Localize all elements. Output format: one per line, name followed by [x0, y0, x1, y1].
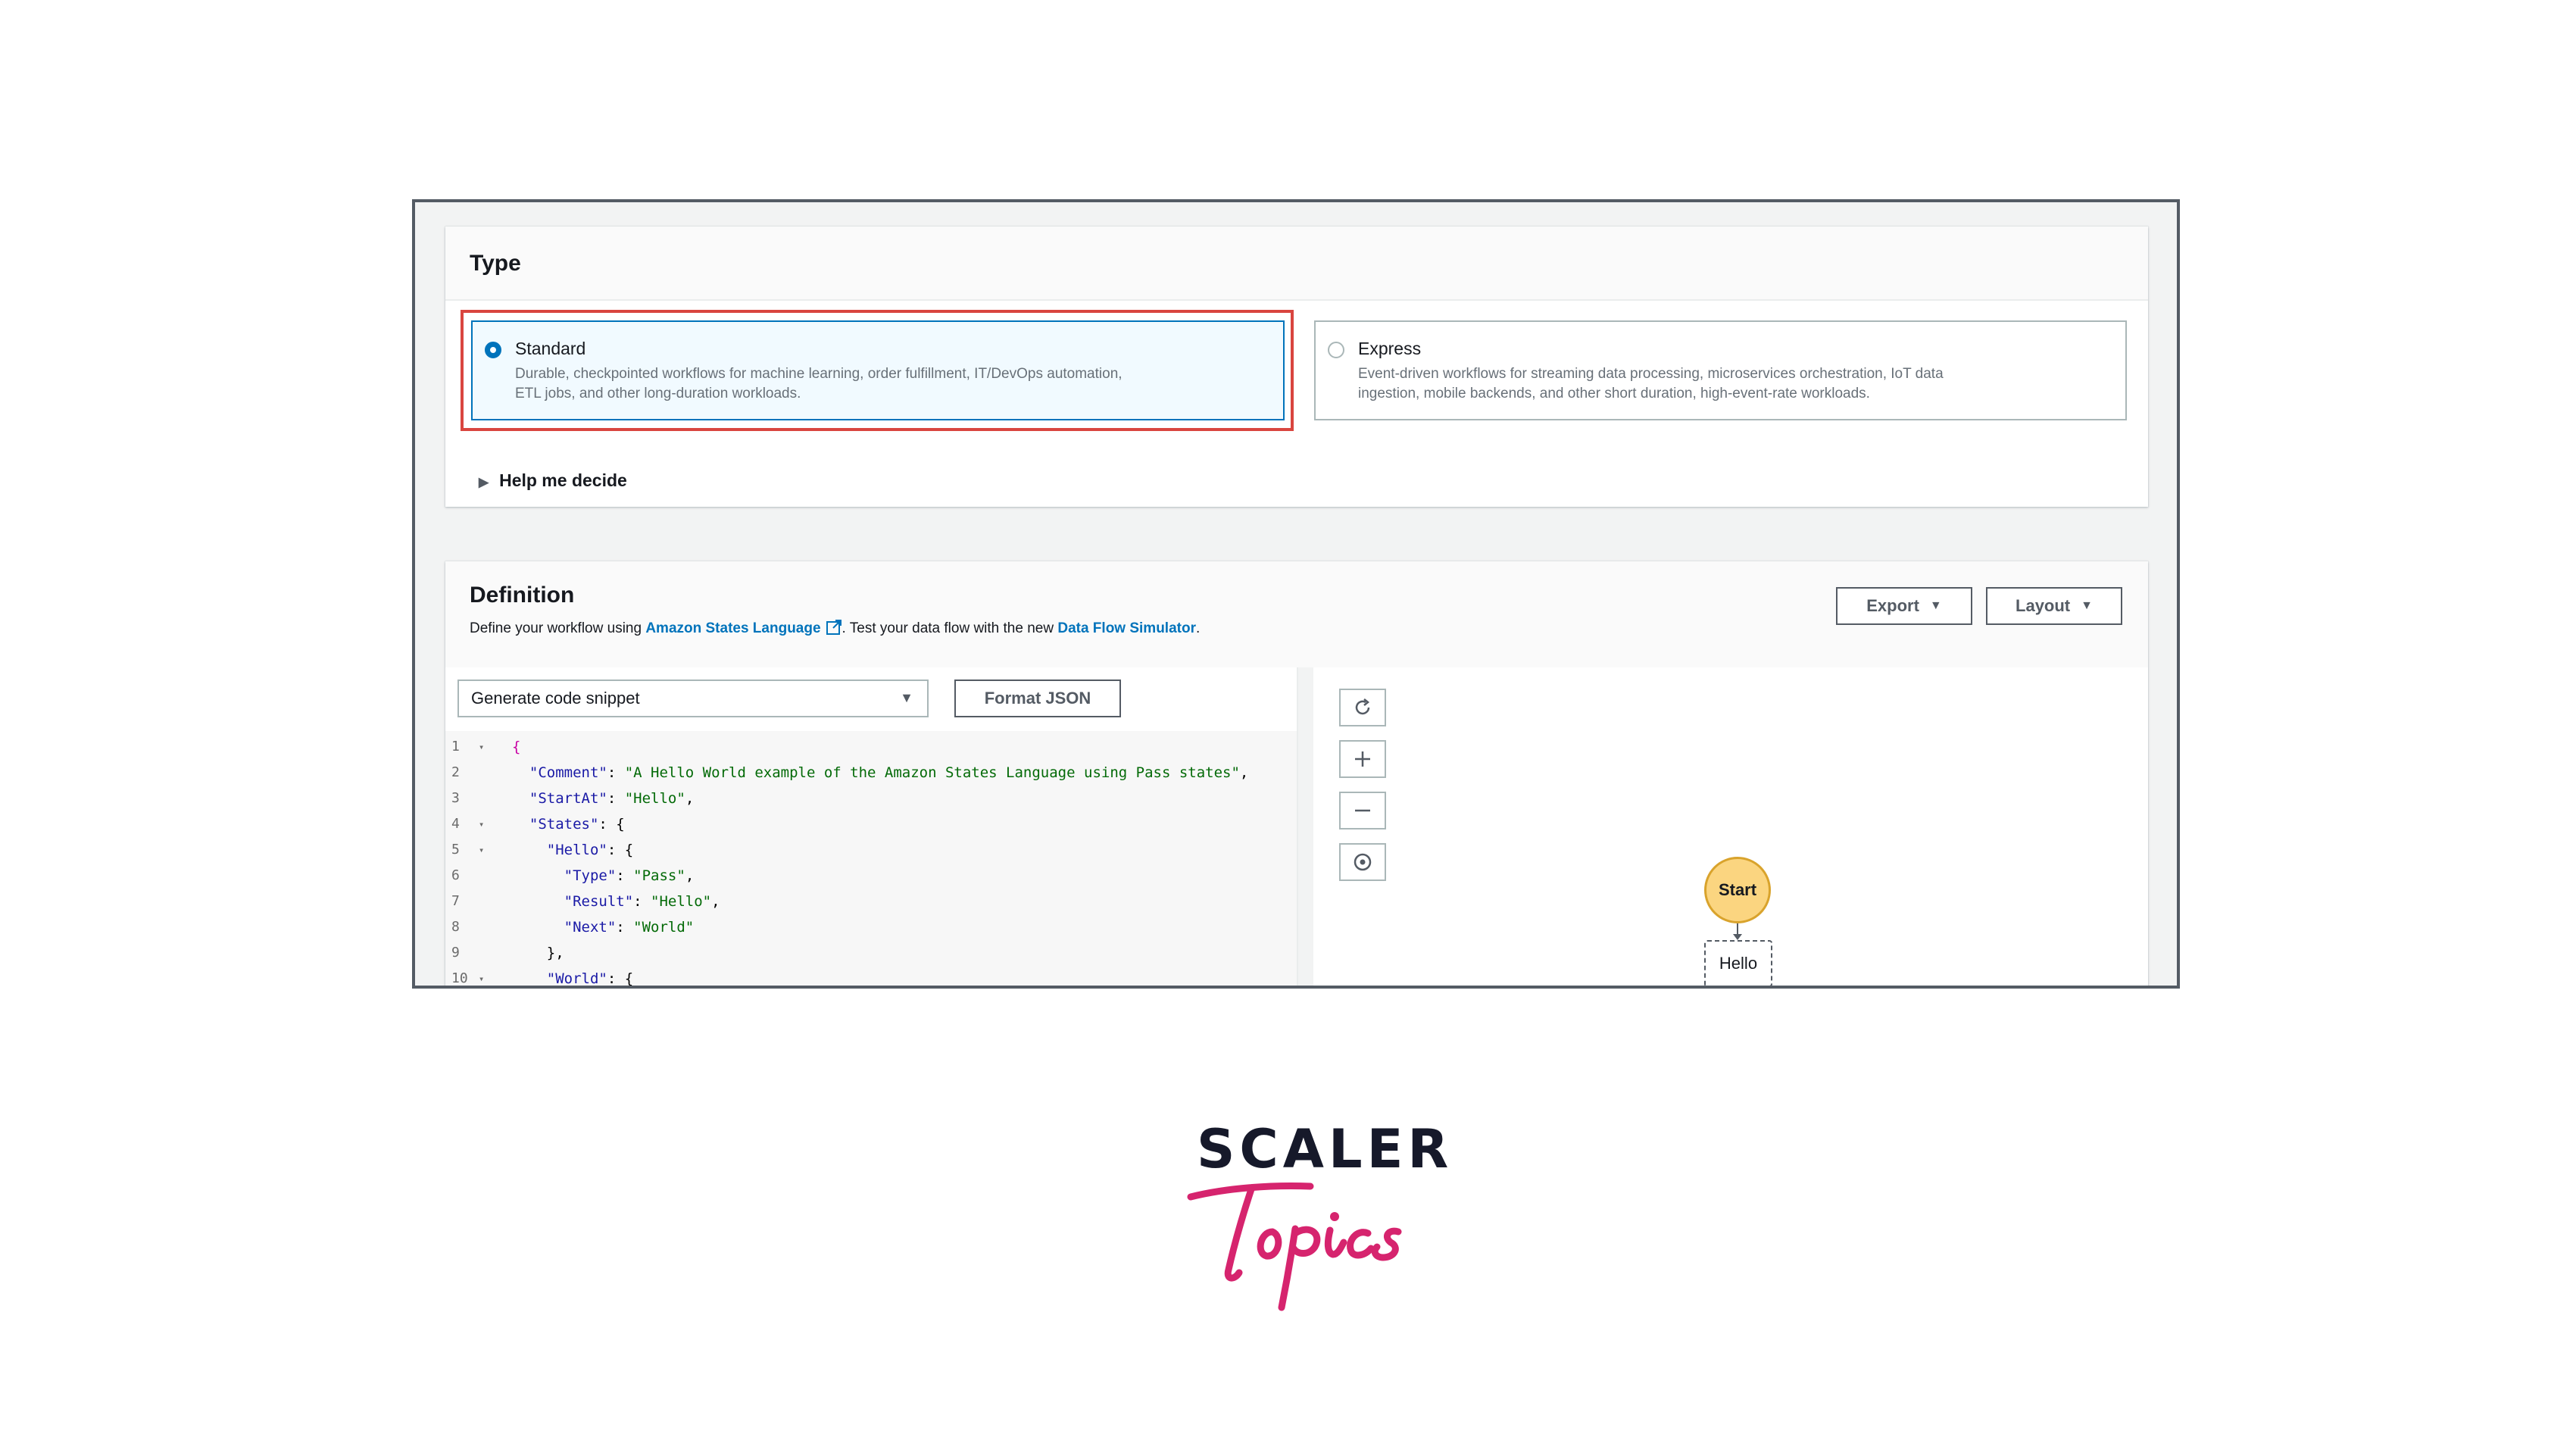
standard-option-label: Standard: [515, 339, 586, 358]
code-text: "Hello": {: [546, 842, 634, 858]
edge-arrowhead: [1733, 934, 1742, 940]
type-panel: Type Standard Durable, checkpointed work…: [445, 227, 2148, 507]
express-option-label: Express: [1358, 339, 1422, 358]
fold-toggle-icon[interactable]: ▾: [479, 734, 484, 760]
fold-toggle-icon[interactable]: ▾: [479, 837, 484, 863]
type-panel-header: Type: [445, 227, 2148, 301]
definition-desc-prefix: Define your workflow using: [470, 620, 646, 636]
express-desc-line-2: ingestion, mobile backends, and other sh…: [1358, 386, 1870, 401]
layout-button[interactable]: Layout ▼: [1986, 587, 2122, 625]
type-option-express[interactable]: Express Event-driven workflows for strea…: [1314, 320, 2127, 420]
layout-label: Layout: [2016, 596, 2071, 615]
format-json-label: Format JSON: [984, 689, 1091, 708]
snippet-select-value: Generate code snippet: [471, 689, 640, 708]
center-graph-button[interactable]: [1339, 843, 1386, 881]
definition-desc-suffix: .: [1195, 620, 1201, 636]
refresh-graph-button[interactable]: [1339, 689, 1386, 726]
line-number: 3: [451, 790, 460, 806]
definition-panel: Definition Define your workflow using Am…: [445, 561, 2148, 987]
line-number: 6: [451, 867, 460, 883]
help-me-decide-label: Help me decide: [499, 470, 627, 490]
standard-desc-line-2: ETL jobs, and other long-duration worklo…: [515, 386, 801, 401]
scaler-topics-logo: SCALER: [1182, 1118, 1448, 1315]
code-text: "Result": "Hello",: [564, 893, 720, 910]
line-number: 7: [451, 893, 460, 909]
format-json-button[interactable]: Format JSON: [954, 680, 1121, 717]
help-me-decide-toggle[interactable]: ▶ Help me decide: [479, 470, 627, 491]
code-text: "Next": "World": [564, 919, 695, 936]
caret-down-icon: ▼: [2081, 599, 2093, 612]
standard-radio-button[interactable]: [485, 342, 501, 358]
definition-desc-middle: . Test your data flow with the new: [841, 620, 1058, 636]
standard-option-description: Durable, checkpointed workflows for mach…: [515, 364, 1242, 404]
topics-script-logo: [1187, 1183, 1402, 1311]
zoom-out-button[interactable]: [1339, 792, 1386, 829]
export-label: Export: [1866, 596, 1919, 615]
definition-panel-header: Definition Define your workflow using Am…: [445, 561, 2148, 669]
caret-right-icon: ▶: [479, 475, 489, 489]
code-text: "World": {: [546, 970, 634, 987]
zoom-in-button[interactable]: [1339, 740, 1386, 778]
express-desc-line-1: Event-driven workflows for streaming dat…: [1358, 366, 1944, 382]
definition-title: Definition: [470, 583, 575, 608]
pane-resize-handle[interactable]: [1297, 667, 1315, 986]
zoom-out-icon: [1355, 809, 1370, 812]
zoom-in-icon: [1355, 751, 1370, 767]
data-flow-simulator-link[interactable]: Data Flow Simulator: [1057, 620, 1196, 636]
export-button[interactable]: Export ▼: [1836, 587, 1972, 625]
code-text: },: [512, 945, 564, 961]
caret-down-icon: ▼: [1929, 599, 1942, 612]
json-code-editor[interactable]: 1 ▾{2 "Comment": "A Hello World example o…: [445, 731, 1297, 987]
amazon-states-language-link[interactable]: Amazon States Language: [645, 620, 820, 636]
type-panel-title: Type: [470, 251, 521, 276]
code-text: "Comment": "A Hello World example of the…: [529, 764, 1249, 781]
generate-code-snippet-select[interactable]: Generate code snippet ▼: [457, 680, 929, 717]
start-node[interactable]: Start: [1704, 857, 1771, 923]
express-option-description: Event-driven workflows for streaming dat…: [1358, 364, 2085, 404]
express-radio-button[interactable]: [1328, 342, 1344, 358]
hello-state-node[interactable]: Hello: [1704, 940, 1772, 986]
code-text: "StartAt": "Hello",: [529, 790, 695, 807]
code-text: "States": {: [529, 816, 625, 833]
code-text: "Type": "Pass",: [564, 867, 695, 884]
definition-description: Define your workflow using Amazon States…: [470, 619, 1200, 637]
console-screenshot-frame: Type Standard Durable, checkpointed work…: [412, 199, 2180, 989]
fold-toggle-icon[interactable]: ▾: [479, 966, 484, 986]
code-text: {: [512, 739, 521, 755]
center-icon: [1354, 853, 1372, 871]
type-option-standard[interactable]: Standard Durable, checkpointed workflows…: [471, 320, 1285, 420]
external-link-icon[interactable]: [826, 619, 842, 636]
line-number: 9: [451, 945, 460, 961]
dropdown-arrow-icon: ▼: [900, 690, 913, 705]
line-number: 8: [451, 919, 460, 935]
code-editor-pane: Generate code snippet ▼ Format JSON 1 ▾{2…: [445, 667, 1297, 987]
fold-toggle-icon[interactable]: ▾: [479, 811, 484, 837]
line-number: 2: [451, 764, 460, 780]
workflow-graph-pane: Start Hello: [1313, 667, 2148, 986]
refresh-icon: [1355, 698, 1370, 715]
standard-desc-line-1: Durable, checkpointed workflows for mach…: [515, 366, 1123, 382]
